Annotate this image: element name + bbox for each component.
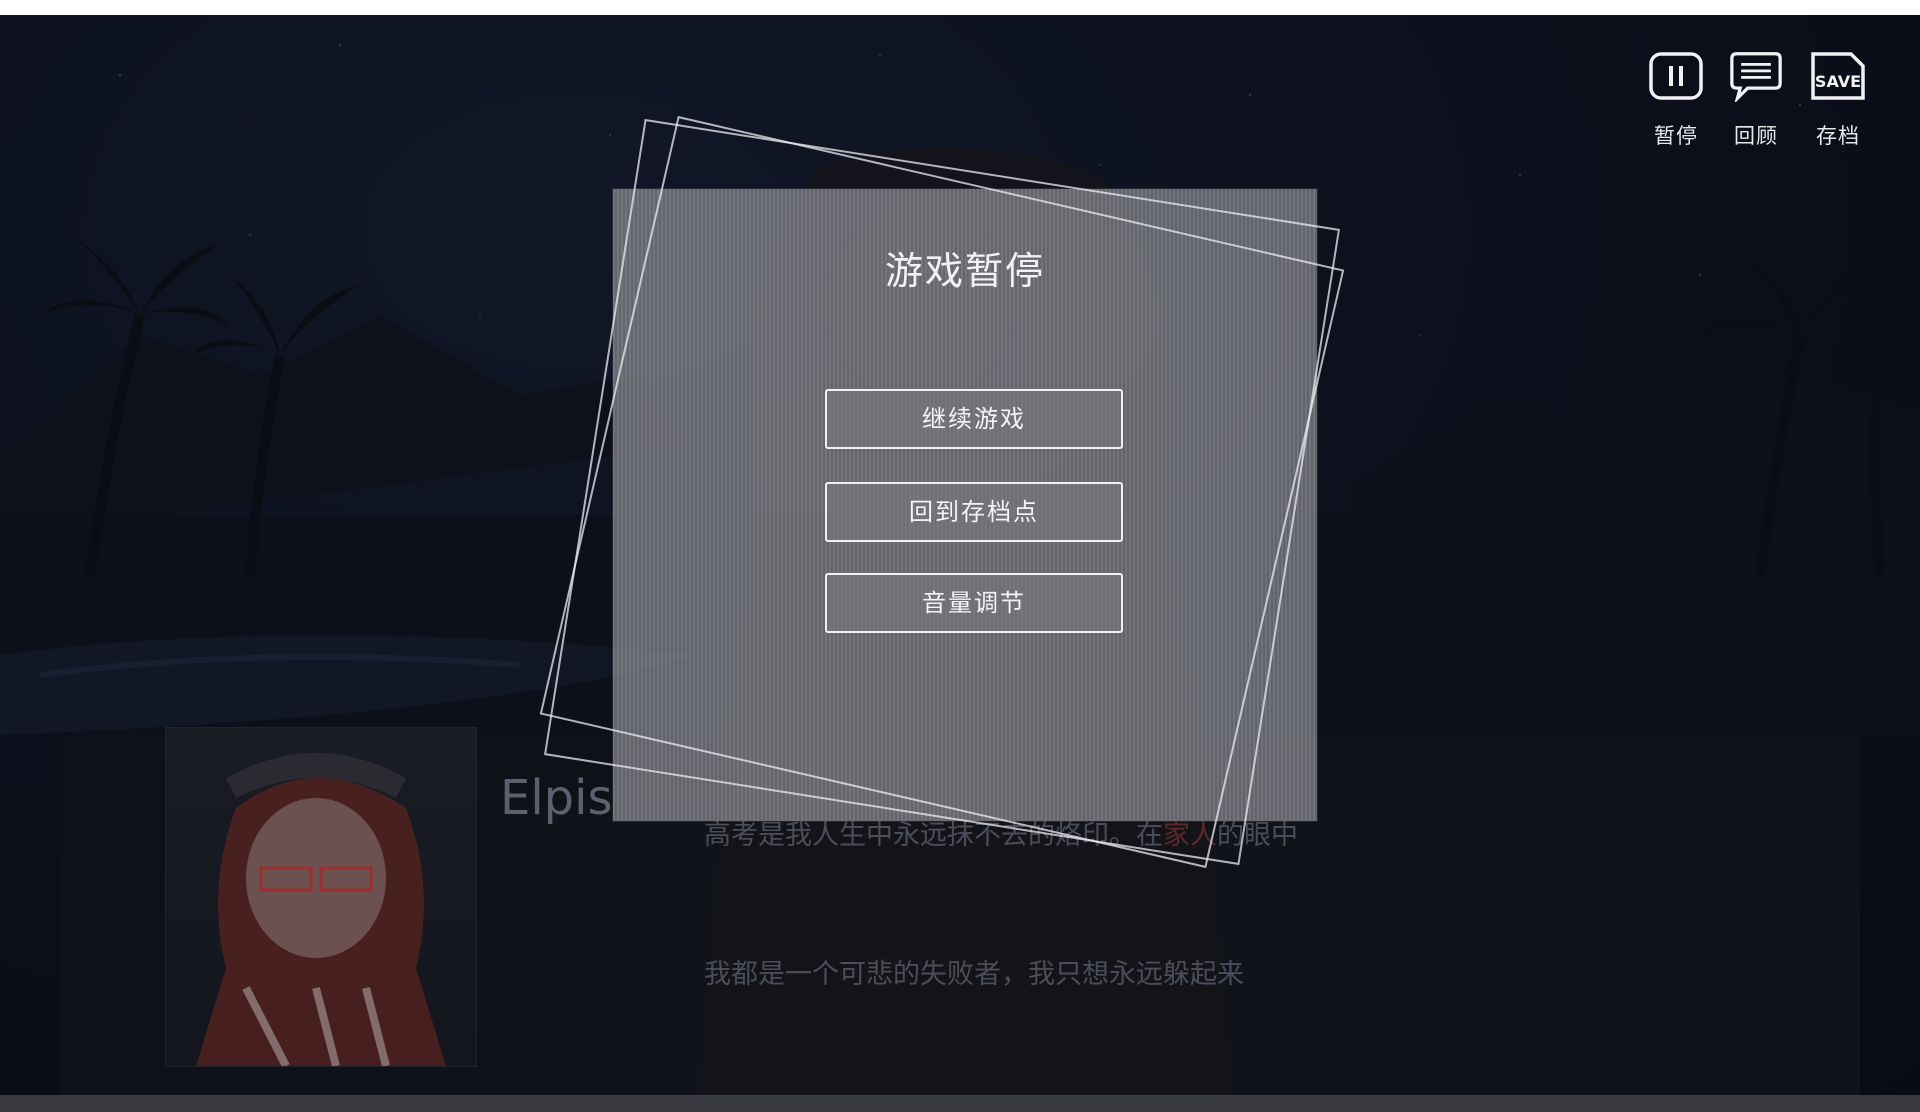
speaker-name: Elpis [500, 770, 613, 826]
volume-settings-button[interactable]: 音量调节 [825, 573, 1123, 633]
save-quick-button[interactable]: SAVE 存档 [1798, 50, 1878, 150]
continue-game-button[interactable]: 继续游戏 [825, 389, 1123, 449]
save-icon-text: SAVE [1815, 72, 1861, 91]
dialogue-highlight: 家人 [1163, 820, 1217, 851]
save-quick-label: 存档 [1816, 124, 1860, 148]
chat-log-icon [1730, 52, 1782, 104]
pause-quick-button[interactable]: 暂停 [1636, 50, 1716, 150]
pause-icon [1649, 52, 1703, 100]
pause-title: 游戏暂停 [884, 249, 1045, 293]
dialogue-line-2: 我都是一个可悲的失败者，我只想永远躲起来 [704, 959, 1244, 990]
dialogue-line-1-prefix: 高考是我人生中永远抹不去的烙印。在 [704, 820, 1163, 851]
save-icon: SAVE [1811, 52, 1865, 100]
review-quick-label: 回顾 [1734, 124, 1778, 148]
speaker-portrait [165, 727, 477, 1067]
return-to-save-button[interactable]: 回到存档点 [825, 482, 1123, 542]
dialogue-line-1-suffix: 的眼中 [1217, 820, 1298, 851]
window-top-bar [0, 0, 1920, 15]
pause-quick-label: 暂停 [1654, 124, 1698, 148]
character-portrait-art [196, 753, 446, 1066]
window-bottom-bar [0, 1095, 1920, 1112]
review-quick-button[interactable]: 回顾 [1716, 50, 1796, 150]
